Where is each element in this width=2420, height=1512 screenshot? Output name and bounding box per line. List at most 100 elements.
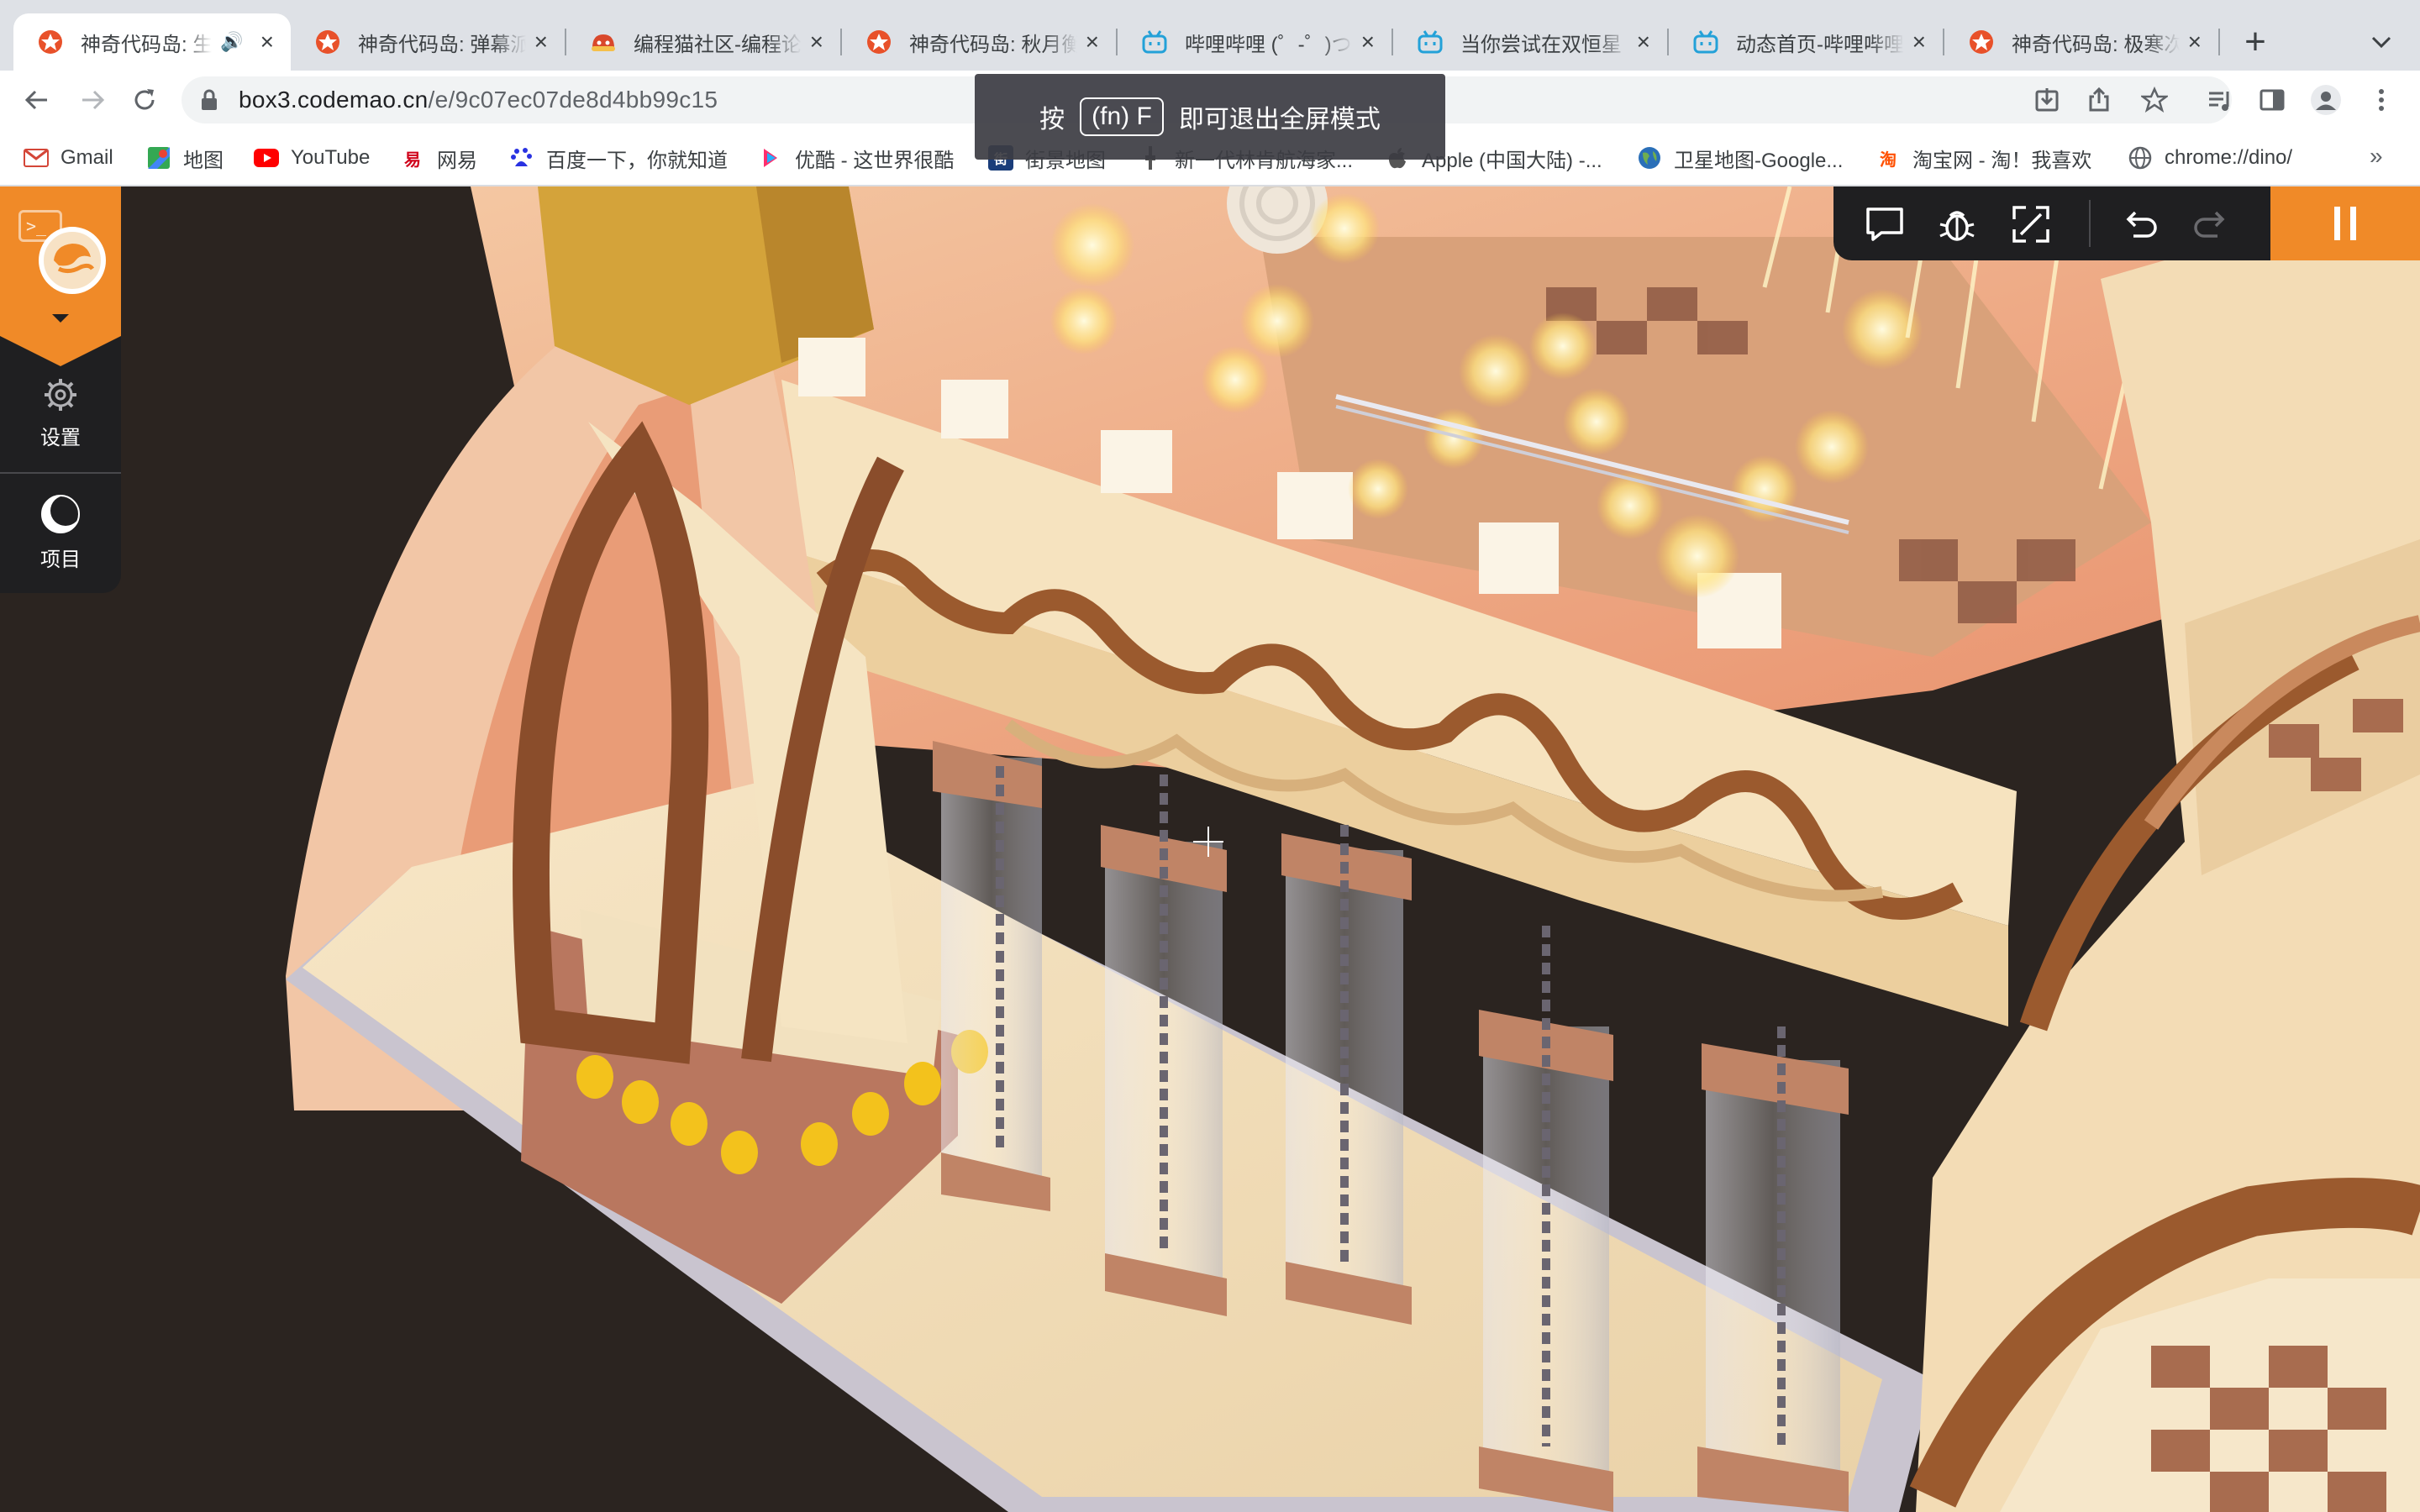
kebab-menu-icon — [2379, 89, 2384, 111]
bookmark-chrome-dino[interactable]: chrome://dino/ — [2128, 143, 2292, 173]
browser-tab[interactable]: 编程猫社区-编程论 × — [566, 13, 840, 71]
bookmark-label: 淘宝网 - 淘！我喜欢 — [1912, 149, 2092, 172]
codemao-cat-icon — [590, 29, 617, 55]
browser-tab[interactable]: 神奇代码岛: 弹幕派 × — [291, 13, 565, 71]
bookmark-netease[interactable]: 易 网易 — [400, 143, 477, 173]
install-app-button[interactable] — [2025, 78, 2069, 122]
taobao-icon: 淘 — [1880, 150, 1897, 170]
tab-close-icon[interactable]: × — [1086, 29, 1099, 55]
fullscreen-button[interactable] — [2010, 203, 2052, 245]
redo-button[interactable] — [2190, 203, 2232, 245]
share-icon — [2089, 87, 2109, 112]
media-control-button[interactable] — [2198, 78, 2242, 122]
star-icon — [2141, 87, 2168, 113]
share-button[interactable] — [2077, 78, 2121, 122]
crosshair-icon — [1193, 827, 1223, 857]
bookmark-gmail[interactable]: Gmail — [24, 143, 113, 173]
settings-button[interactable]: 设置 — [0, 363, 121, 464]
toast-key: (fn) F — [1080, 97, 1164, 136]
redo-icon — [2194, 211, 2225, 238]
chevron-down-icon[interactable] — [52, 314, 69, 323]
bookmark-label: chrome://dino/ — [2165, 146, 2293, 169]
chat-button[interactable] — [1864, 203, 1906, 245]
expand-icon — [2012, 206, 2049, 243]
url-host: box3.codemao.cn — [239, 87, 429, 113]
bookmark-star-button[interactable] — [2133, 78, 2176, 122]
browser-tab[interactable]: 神奇代码岛: 秋月衡 × — [842, 13, 1116, 71]
forward-button[interactable] — [71, 78, 114, 122]
game-toolbar — [1833, 186, 2270, 260]
tab-close-icon[interactable]: × — [260, 29, 274, 55]
back-button[interactable] — [15, 78, 59, 122]
gmail-icon — [24, 145, 49, 171]
chrome-globe-icon — [2128, 145, 2153, 171]
youtube-icon — [254, 145, 279, 171]
tab-close-icon[interactable]: × — [534, 29, 548, 55]
youku-icon — [758, 145, 783, 171]
undo-icon — [2126, 211, 2157, 238]
arrow-right-icon — [82, 90, 105, 110]
undo-button[interactable] — [2119, 203, 2161, 245]
tab-title: 神奇代码岛: 弹幕派 — [358, 33, 526, 56]
profile-button[interactable] — [2304, 78, 2348, 122]
editor-side-panel: >_ 设置 项目 — [0, 186, 121, 593]
gear-icon — [45, 378, 76, 411]
plus-icon: + — [2244, 21, 2266, 62]
tab-title: 编程猫社区-编程论 — [634, 33, 802, 56]
arrow-left-icon — [24, 90, 47, 110]
baidu-icon — [509, 145, 534, 171]
avatar[interactable] — [39, 227, 106, 294]
browser-tab[interactable]: 动态首页-哔哩哔哩 × — [1669, 13, 1943, 71]
toast-suffix: 即可退出全屏模式 — [1178, 106, 1381, 134]
tab-close-icon[interactable]: × — [810, 29, 823, 55]
pause-button[interactable] — [2270, 186, 2420, 260]
bookmark-label: 优酷 - 这世界很酷 — [795, 149, 955, 172]
bookmark-label: 地图 — [183, 149, 224, 172]
bookmark-youku[interactable]: 优酷 - 这世界很酷 — [758, 143, 954, 173]
reload-icon — [134, 89, 155, 110]
tab-title: 神奇代码岛: 生 — [81, 33, 213, 56]
browser-tab[interactable]: 神奇代码岛: 极寒次 × — [1944, 13, 2218, 71]
bookmark-baidu[interactable]: 百度一下，你就知道 — [509, 143, 728, 173]
tab-title: 动态首页-哔哩哔哩 — [1736, 33, 1904, 56]
bookmark-taobao[interactable]: 淘 淘宝网 - 淘！我喜欢 — [1876, 143, 2091, 173]
tab-close-icon[interactable]: × — [1912, 29, 1926, 55]
tab-close-icon[interactable]: × — [1361, 29, 1375, 55]
tab-close-icon[interactable]: × — [1637, 29, 1650, 55]
browser-tab-strip: 神奇代码岛: 生 🔊 × 神奇代码岛: 弹幕派 × 编程猫社区-编程论 × 神奇… — [0, 0, 2420, 71]
bookmarks-overflow-button[interactable]: » — [2370, 143, 2383, 170]
browser-tab[interactable]: 神奇代码岛: 生 🔊 × — [13, 13, 291, 71]
settings-label: 设置 — [40, 426, 81, 449]
browser-tab[interactable]: 哔哩哔哩 (゜-゜)つ × — [1118, 13, 1392, 71]
browser-tab[interactable]: 当你尝试在双恒星 × — [1393, 13, 1667, 71]
speaker-icon[interactable]: 🔊 — [220, 31, 243, 53]
bilibili-tv-icon — [1417, 29, 1444, 55]
chrome-menu-button[interactable] — [2360, 78, 2403, 122]
debug-button[interactable] — [1936, 203, 1978, 245]
side-panel-button[interactable] — [2250, 78, 2294, 122]
media-queue-icon — [2209, 92, 2229, 111]
tab-separator — [2218, 29, 2220, 55]
codemao-star-icon — [314, 29, 341, 55]
tab-search-button[interactable] — [2361, 22, 2402, 62]
netease-icon: 易 — [404, 150, 421, 170]
moon-project-icon — [41, 494, 81, 533]
tab-title: 神奇代码岛: 秋月衡 — [909, 33, 1077, 56]
pause-icon — [2334, 207, 2356, 240]
codemao-star-icon — [1968, 29, 1995, 55]
console-glyph: >_ — [26, 216, 47, 236]
fullscreen-exit-toast: 按 (fn) F 即可退出全屏模式 — [975, 74, 1445, 160]
tab-title: 当你尝试在双恒星 — [1460, 33, 1622, 56]
bilibili-tv-icon — [1692, 29, 1719, 55]
toast-prefix: 按 — [1039, 106, 1065, 134]
bookmark-maps[interactable]: 地图 — [146, 143, 224, 173]
side-panel-icon — [2260, 89, 2285, 111]
tab-close-icon[interactable]: × — [2188, 29, 2202, 55]
bookmark-youtube[interactable]: YouTube — [254, 143, 370, 173]
project-button[interactable]: 项目 — [0, 482, 121, 583]
new-tab-button[interactable]: + — [2232, 18, 2279, 66]
reload-button[interactable] — [123, 78, 166, 122]
maps-icon — [146, 145, 171, 171]
bookmark-google-satellite[interactable]: 卫星地图-Google... — [1637, 143, 1843, 173]
tab-title: 哔哩哔哩 (゜-゜)つ — [1185, 33, 1352, 56]
